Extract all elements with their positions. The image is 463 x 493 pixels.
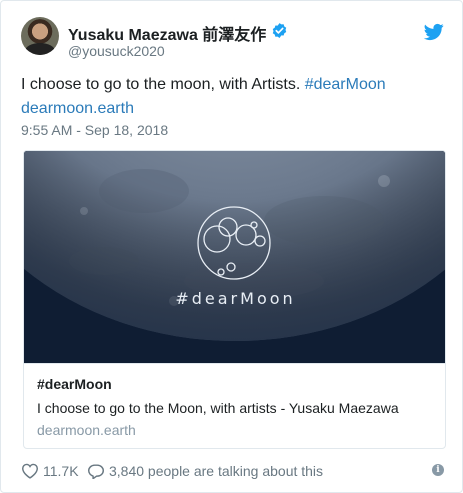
url-link[interactable]: dearmoon.earth (21, 100, 134, 117)
card-title[interactable]: #dearMoon (37, 376, 112, 392)
avatar[interactable] (21, 17, 59, 55)
twitter-bird-icon[interactable] (424, 23, 444, 41)
card-domain: dearmoon.earth (37, 422, 136, 438)
embedded-tweet: Yusaku Maezawa 前澤友作 @yousuck2020 I choos… (0, 0, 463, 493)
reply-text: 3,840 people are talking about this (109, 463, 324, 479)
verified-badge-icon (272, 23, 287, 38)
card-image[interactable]: #dearMoon (24, 151, 445, 363)
timestamp[interactable]: 9:55 AM - Sep 18, 2018 (21, 122, 168, 138)
heart-icon (21, 463, 39, 479)
tweet-text-body: I choose to go to the moon, with Artists… (21, 76, 305, 93)
moon-image (24, 151, 445, 363)
like-button[interactable]: 11.7K (21, 461, 79, 481)
author-handle[interactable]: @yousuck2020 (68, 43, 165, 59)
reply-icon (88, 464, 104, 479)
author-name[interactable]: Yusaku Maezawa 前澤友作 (68, 21, 266, 45)
reply-button[interactable]: 3,840 people are talking about this (87, 461, 323, 481)
card-info[interactable]: #dearMoon I choose to go to the Moon, wi… (24, 363, 445, 448)
link-card[interactable]: #dearMoon #dearMoon I choose to go to th… (23, 150, 446, 449)
tweet-text: I choose to go to the moon, with Artists… (21, 73, 446, 121)
card-image-caption: #dearMoon (175, 289, 296, 308)
hashtag-link[interactable]: #dearMoon (305, 76, 386, 93)
info-icon[interactable]: i (432, 464, 444, 476)
like-count: 11.7K (43, 463, 79, 479)
card-description: I choose to go to the Moon, with artists… (37, 400, 399, 416)
